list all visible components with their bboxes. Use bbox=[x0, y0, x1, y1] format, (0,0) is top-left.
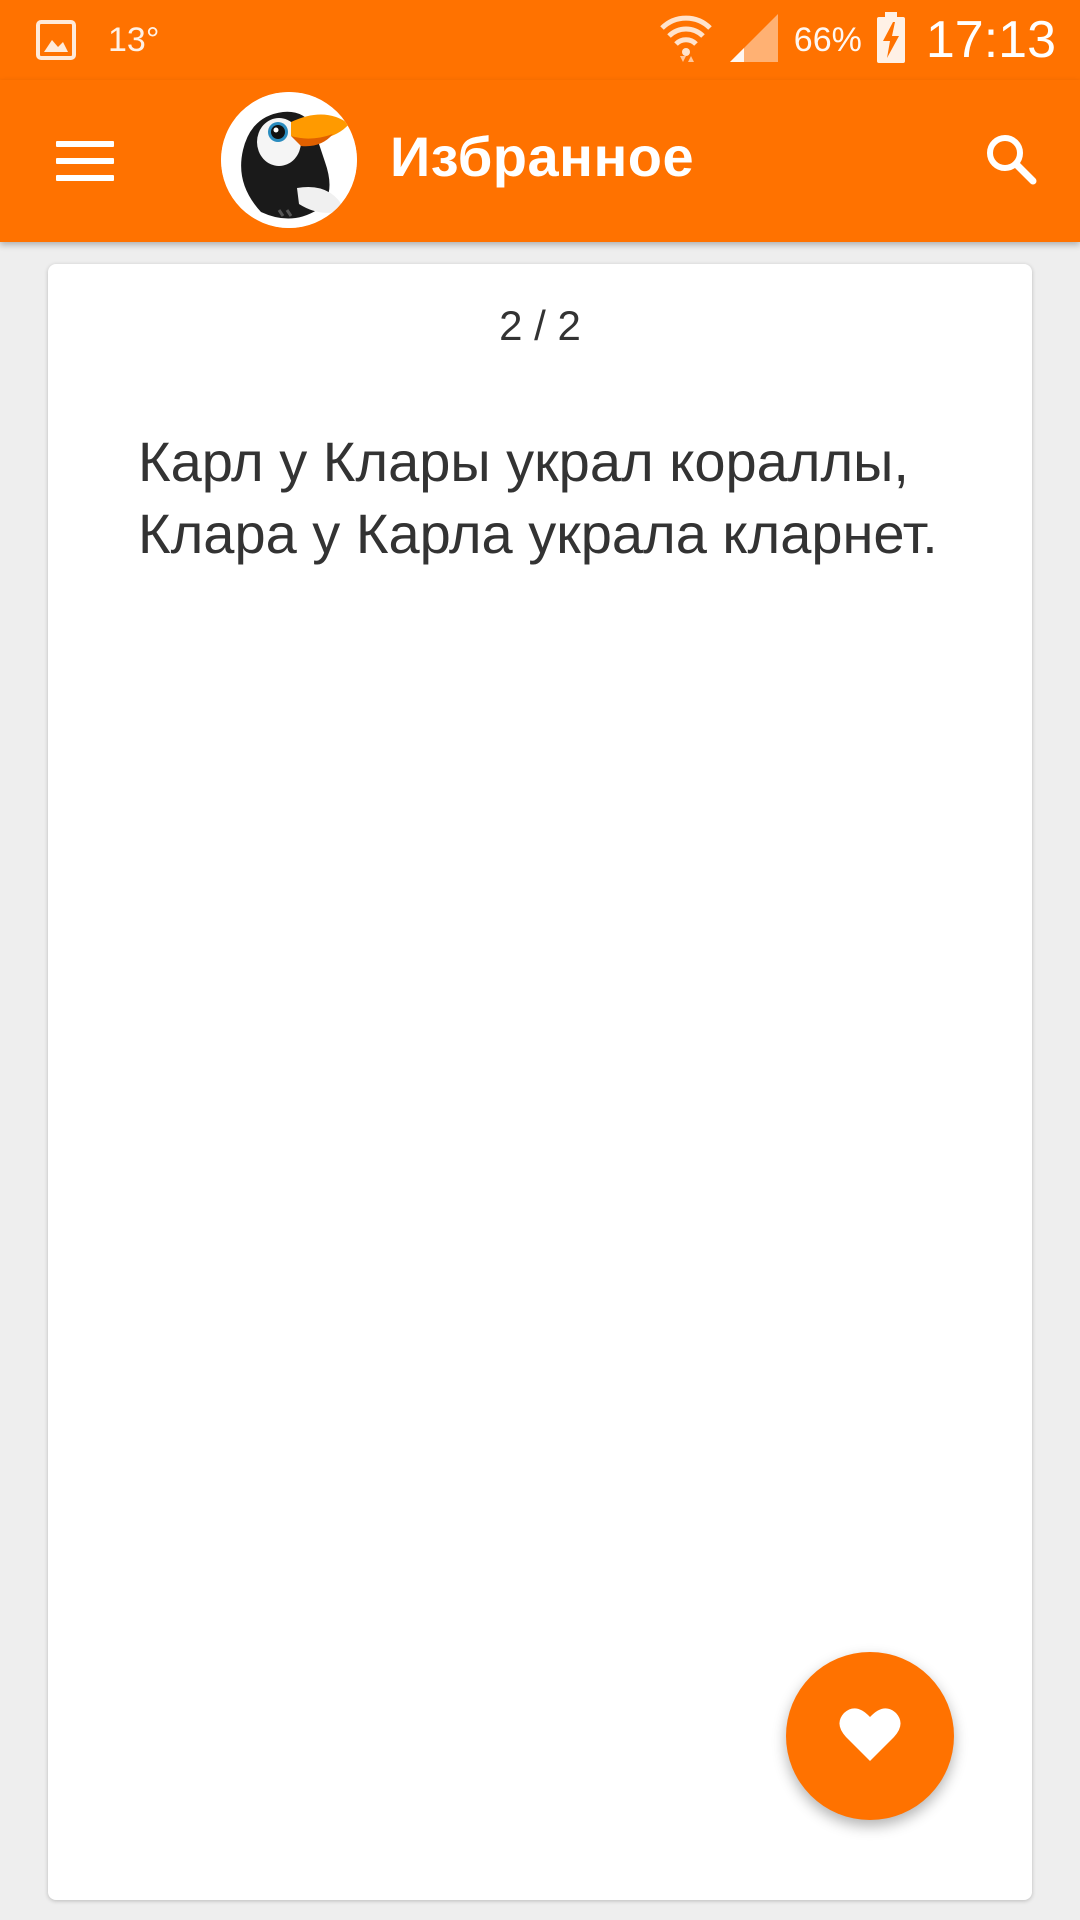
weather-temperature: 13° bbox=[108, 20, 160, 59]
page-counter: 2 / 2 bbox=[499, 302, 581, 349]
menu-icon bbox=[56, 141, 114, 181]
gallery-icon bbox=[36, 20, 76, 60]
search-button[interactable] bbox=[966, 116, 1056, 206]
signal-icon bbox=[728, 12, 780, 69]
battery-percent: 66% bbox=[793, 20, 862, 59]
app-toolbar: Избранное bbox=[0, 80, 1080, 242]
search-icon bbox=[983, 131, 1039, 192]
page-title: Избранное bbox=[390, 125, 695, 188]
favorite-button[interactable] bbox=[786, 1652, 954, 1820]
heart-icon bbox=[838, 1705, 902, 1768]
tongue-twister-text: Карл у Клары украл кораллы, Клара у Карл… bbox=[138, 430, 938, 565]
wifi-icon bbox=[658, 12, 714, 69]
status-clock: 17:13 bbox=[925, 11, 1056, 69]
menu-button[interactable] bbox=[40, 121, 130, 201]
status-bar-left: 13° bbox=[36, 14, 159, 66]
battery-charging-icon bbox=[876, 11, 906, 69]
status-bar-right: 66% 17:13 bbox=[644, 10, 1056, 70]
app-screen: 13° 66% 17:13 Избранное 2 / 2 Карл у Кла… bbox=[0, 0, 1080, 1920]
status-bar: 13° 66% 17:13 bbox=[0, 0, 1080, 80]
toucan-logo bbox=[221, 92, 357, 228]
